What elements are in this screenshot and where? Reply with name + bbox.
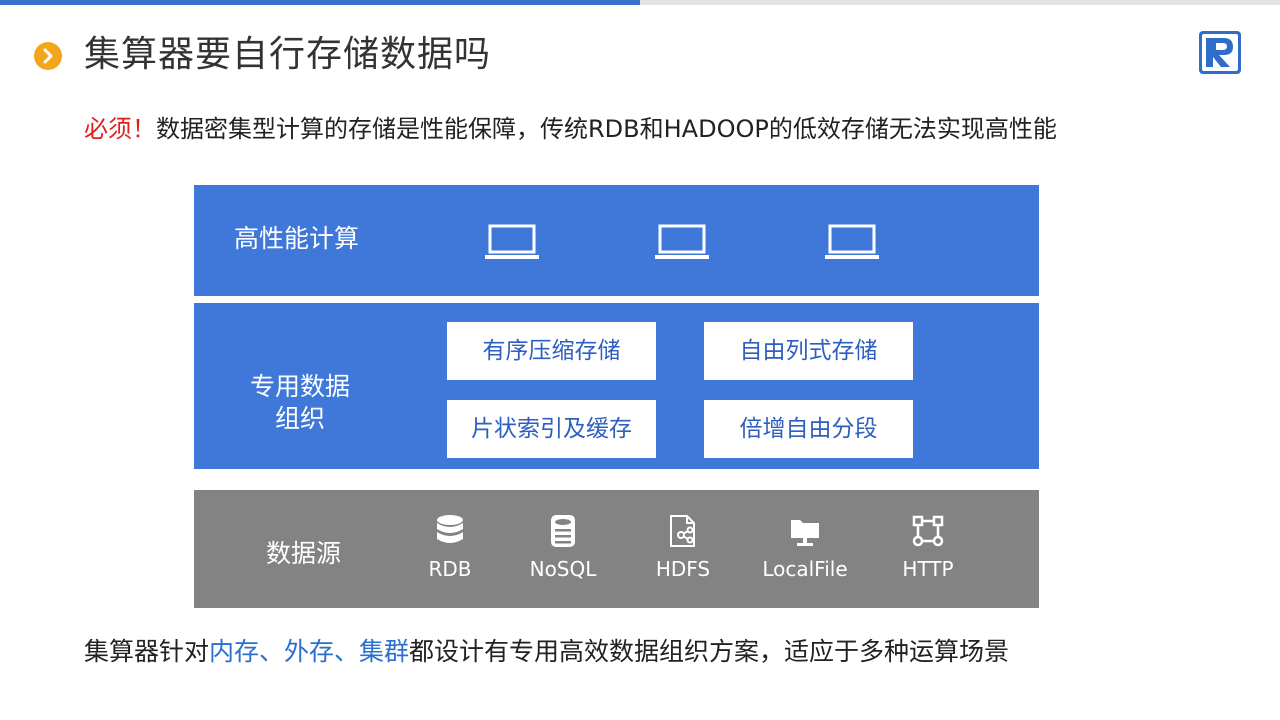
organization-label: 专用数据 组织: [250, 371, 350, 435]
source-label: HDFS: [655, 557, 711, 581]
organization-label-line2: 组织: [275, 404, 326, 433]
laptop-icon: [825, 224, 879, 259]
top-gray-bar: [640, 0, 1280, 5]
source-label: LocalFile: [762, 557, 848, 581]
http-network-icon: [912, 515, 944, 547]
nosql-icon: [551, 515, 575, 547]
source-item-localfile: LocalFile: [745, 514, 865, 582]
r-logo-icon: [1199, 31, 1241, 74]
source-item-hdfs: HDFS: [623, 514, 743, 582]
footer-part1: 集算器针对: [84, 637, 210, 666]
source-label: HTTP: [902, 557, 954, 581]
compute-panel: 高性能计算: [194, 185, 1039, 296]
footer-highlight: 内存、外存、集群: [209, 637, 410, 666]
footer-statement: 集算器针对内存、外存、集群都设计有专用高效数据组织方案，适应于多种运算场景: [84, 634, 1009, 670]
source-label: NoSQL: [529, 557, 597, 581]
organization-label-line1: 专用数据: [250, 372, 351, 401]
local-file-icon: [791, 520, 819, 546]
top-accent-bar: [0, 0, 640, 5]
laptop-icon: [655, 224, 709, 259]
source-item-nosql: NoSQL: [503, 514, 623, 582]
subtitle: 必须！数据密集型计算的存储是性能保障，传统RDB和HADOOP的低效存储无法实现…: [84, 112, 1057, 146]
data-sources-panel: 数据源 RDB NoSQL HDFS LocalFile HTTP: [194, 490, 1039, 608]
organization-box: 片状索引及缓存: [447, 400, 656, 458]
footer-part3: 都设计有专用高效数据组织方案，适应于多种运算场景: [409, 637, 1010, 666]
organization-box: 自由列式存储: [704, 322, 913, 380]
organization-box: 倍增自由分段: [704, 400, 913, 458]
page-title: 集算器要自行存储数据吗: [84, 34, 492, 75]
laptop-icon: [485, 224, 539, 259]
source-label: RDB: [428, 557, 472, 581]
chevron-right-icon: [34, 42, 62, 70]
subtitle-emphasis: 必须！: [84, 115, 156, 143]
sources-label: 数据源: [266, 539, 342, 568]
subtitle-text: 数据密集型计算的存储是性能保障，传统RDB和HADOOP的低效存储无法实现高性能: [156, 115, 1057, 143]
compute-label: 高性能计算: [234, 224, 360, 253]
source-item-rdb: RDB: [390, 514, 510, 582]
data-organization-panel: 专用数据 组织 有序压缩存储 自由列式存储 片状索引及缓存 倍增自由分段: [194, 303, 1039, 469]
hdfs-file-icon: [670, 515, 695, 547]
source-item-http: HTTP: [868, 514, 988, 582]
organization-box: 有序压缩存储: [447, 322, 656, 380]
database-icon: [437, 515, 463, 543]
